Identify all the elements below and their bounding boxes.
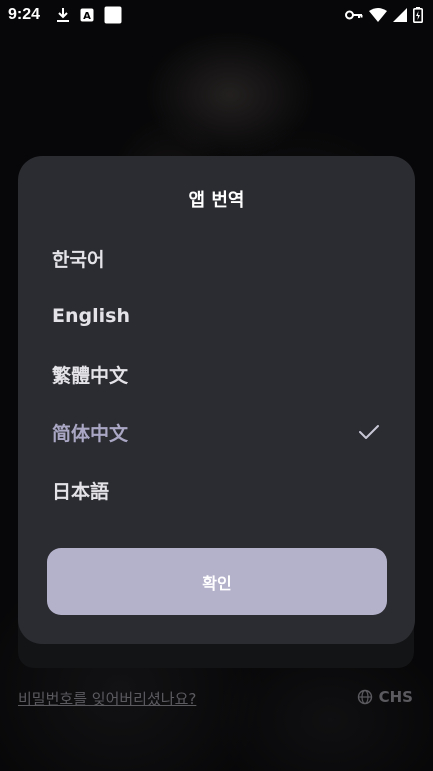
vpn-key-icon xyxy=(345,9,363,21)
download-icon xyxy=(56,7,70,23)
language-label: English xyxy=(52,305,130,327)
language-option-simplified-chinese[interactable]: 简体中文 xyxy=(18,407,415,457)
signal-icon xyxy=(393,8,407,22)
language-label: 한국어 xyxy=(52,248,105,271)
language-option-japanese[interactable]: 日本語 xyxy=(18,465,415,515)
status-time: 9:24 xyxy=(8,6,41,23)
svg-text:A: A xyxy=(83,11,91,22)
language-option-english[interactable]: English xyxy=(18,291,415,341)
square-icon xyxy=(104,6,122,24)
battery-icon xyxy=(413,7,423,23)
dialog-title: 앱 번역 xyxy=(188,190,245,211)
language-option-traditional-chinese[interactable]: 繁體中文 xyxy=(18,349,415,399)
translate-icon: A xyxy=(80,8,94,22)
checkmark-icon xyxy=(359,424,379,440)
language-label: 繁體中文 xyxy=(52,364,129,387)
language-option-korean[interactable]: 한국어 xyxy=(18,233,415,283)
language-label: 日本語 xyxy=(52,480,110,503)
confirm-button[interactable]: 확인 xyxy=(47,548,387,615)
language-label: 简体中文 xyxy=(52,422,129,445)
status-bar: 9:24 A xyxy=(0,0,433,30)
wifi-icon xyxy=(369,8,387,22)
language-dialog: 앱 번역 한국어 English 繁體中文 简体中文 日本語 확인 xyxy=(18,156,415,644)
